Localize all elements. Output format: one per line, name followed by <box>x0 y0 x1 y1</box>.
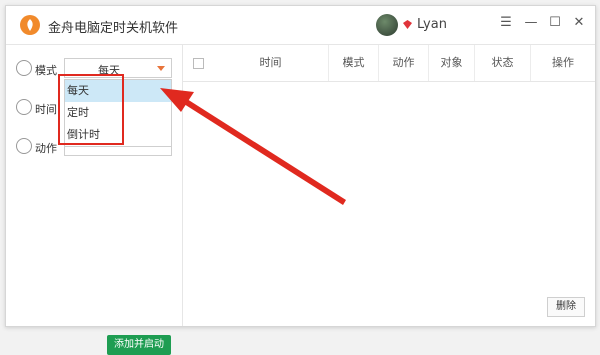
annotation-arrow-icon <box>160 88 346 205</box>
add-and-start-button[interactable]: 添加并启动 <box>107 335 171 355</box>
